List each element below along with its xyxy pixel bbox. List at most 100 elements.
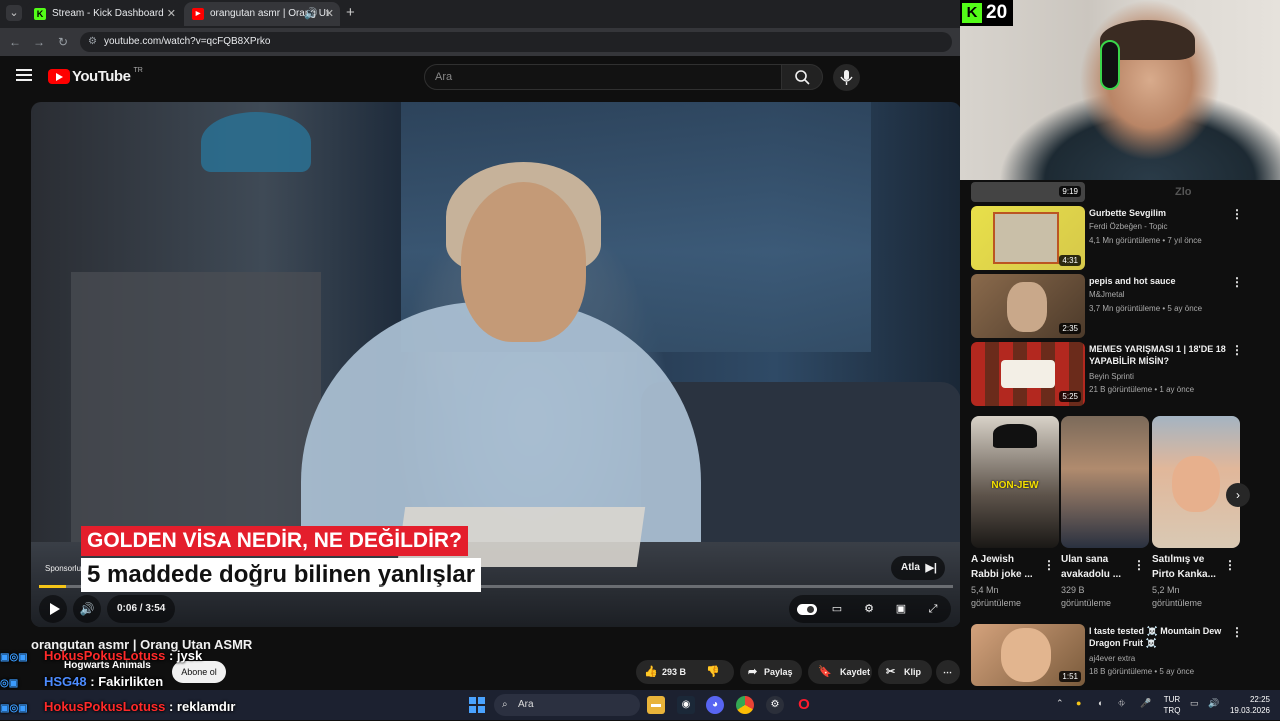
more-vert-icon[interactable]: ⋮ (1231, 625, 1243, 639)
network-icon[interactable]: ⛗ (1118, 698, 1125, 709)
app-icon[interactable]: ⚙ (766, 696, 784, 714)
youtube-logo[interactable]: YouTube TR (48, 67, 143, 85)
more-icon: ⋯ (943, 667, 952, 677)
recommendation-meta: 4,1 Mn görüntüleme • 7 yıl önce (1089, 236, 1202, 245)
video-player[interactable]: GOLDEN VİSA NEDİR, NE DEĞİLDİR? Sponsorl… (31, 102, 961, 627)
more-vert-icon[interactable]: ⋮ (1224, 558, 1236, 572)
microphone-icon[interactable]: 🎤 (1140, 698, 1151, 709)
more-actions-button[interactable]: ⋯ (936, 660, 960, 684)
tray-icon[interactable]: ◐ (1098, 698, 1103, 708)
autoplay-toggle[interactable] (797, 604, 817, 615)
short-overlay-text: NON-JEW (991, 480, 1039, 491)
back-arrow-icon[interactable]: ← (6, 33, 24, 51)
chat-message: ▣◎▣ HokusPokusLotuss : reklamdır (0, 699, 235, 714)
forward-arrow-icon[interactable]: → (30, 33, 48, 51)
dislike-button[interactable]: 👎 (700, 660, 726, 684)
recommendation-channel[interactable]: M&Jmetal (1089, 290, 1125, 299)
duration-badge: 4:31 (1059, 255, 1081, 266)
recommendation-channel[interactable]: Beyin Sprinti (1089, 372, 1134, 381)
shorts-next-button[interactable]: › (1226, 483, 1250, 507)
search-button[interactable] (781, 64, 823, 90)
chrome-icon[interactable] (736, 696, 754, 714)
menu-icon[interactable] (16, 69, 32, 83)
short-thumbnail[interactable] (1061, 416, 1149, 548)
windows-start-icon[interactable] (468, 696, 486, 714)
short-title[interactable]: Ulan sana avakadolu ... (1061, 552, 1133, 582)
theater-mode-icon[interactable]: ▣ (893, 601, 909, 617)
recommendation-thumbnail[interactable]: 2:35 (971, 274, 1085, 338)
tray-app-icon[interactable]: ● (1076, 698, 1081, 708)
monitor-icon[interactable]: ▭ (1190, 698, 1199, 709)
recommendation-channel[interactable]: aj4ever extra (1089, 654, 1135, 663)
skip-ad-button[interactable]: Atla ▶| (891, 556, 945, 580)
more-vert-icon[interactable]: ⋮ (1231, 275, 1243, 289)
recommendation-thumbnail[interactable]: 5:25 (971, 342, 1085, 406)
chat-user: HokusPokusLotuss (44, 699, 166, 714)
speaker-icon[interactable]: 🔊 (304, 2, 318, 26)
voice-search-button[interactable] (833, 64, 860, 91)
tab-youtube[interactable]: ▶ orangutan asmr | Orang Ut 🔊 ✕ (184, 2, 340, 26)
chat-badges: ▣◎▣ (0, 652, 28, 663)
save-label: Kaydet (840, 667, 871, 677)
save-button[interactable]: 🔖 Kaydet (808, 660, 872, 684)
fullscreen-icon[interactable]: ⤢ (925, 601, 941, 617)
recommendation-title[interactable]: MEMES YARIŞMASI 1 | 18'DE 18 YAPABİLİR M… (1089, 343, 1239, 367)
recommendation-thumbnail[interactable]: 1:51 (971, 624, 1085, 686)
recommendation-thumbnail[interactable]: 4:31 (971, 206, 1085, 270)
stream-watermark: Zlo (1175, 186, 1192, 198)
share-button[interactable]: ➦ Paylaş (740, 660, 802, 684)
taskbar-clock[interactable]: 22:25 19.03.2026 (1226, 694, 1270, 716)
clip-button[interactable]: ✂ Klip (878, 660, 932, 684)
opera-icon[interactable]: O (795, 696, 813, 714)
recommendation-thumbnail[interactable]: 9:19 (971, 182, 1085, 202)
ad-caption-title: GOLDEN VİSA NEDİR, NE DEĞİLDİR? (81, 526, 468, 556)
more-vert-icon[interactable]: ⋮ (1133, 558, 1145, 572)
new-tab-button[interactable]: + (346, 4, 355, 22)
volume-icon[interactable]: 🔊 (1208, 698, 1219, 709)
kick-viewer-count: 20 (986, 2, 1008, 23)
like-count: 293 B (662, 667, 687, 677)
more-vert-icon[interactable]: ⋮ (1043, 558, 1055, 572)
close-icon[interactable]: ✕ (167, 2, 176, 26)
taskbar-search[interactable]: ⌕ Ara (494, 694, 640, 716)
chevron-up-icon[interactable]: ⌃ (1056, 698, 1064, 709)
url-field[interactable]: ⚙ youtube.com/watch?v=qcFQB8XPrko (80, 32, 952, 52)
more-vert-icon[interactable]: ⋮ (1231, 207, 1243, 221)
search-input[interactable]: Ara (424, 64, 782, 90)
duration-badge: 2:35 (1059, 323, 1081, 334)
input-language[interactable]: TUR TRQ (1162, 694, 1182, 716)
recommendation-title[interactable]: pepis and hot sauce (1089, 275, 1239, 287)
subtitles-icon[interactable]: ▭ (829, 601, 845, 617)
reload-icon[interactable]: ↻ (54, 33, 72, 51)
short-title[interactable]: A Jewish Rabbi joke ... (971, 552, 1043, 582)
recommendation-title[interactable]: I taste tested ☠️ Mountain Dew Dragon Fr… (1089, 625, 1239, 649)
settings-gear-icon[interactable]: ⚙ (861, 601, 877, 617)
youtube-play-icon (48, 69, 70, 84)
logo-word: YouTube (72, 68, 131, 85)
clock-time: 22:25 (1249, 695, 1270, 704)
chat-text: : jysk (168, 648, 203, 663)
site-info-icon[interactable]: ⚙ (88, 32, 97, 52)
video-frame-lamp (201, 112, 311, 172)
recommendation-meta: 21 B görüntüleme • 1 ay önce (1089, 385, 1195, 394)
discord-icon[interactable]: ◕ (706, 696, 724, 714)
volume-button[interactable]: 🔊 (73, 595, 101, 623)
close-icon[interactable]: ✕ (325, 2, 334, 26)
tab-search-icon[interactable]: ⌄ (6, 5, 22, 21)
progress-bar[interactable] (39, 585, 953, 588)
recommendation-title[interactable]: Gurbette Sevgilim (1089, 207, 1239, 219)
skip-next-icon: ▶| (925, 562, 937, 574)
short-views: 329 B görüntüleme (1061, 585, 1112, 608)
duration-badge: 5:25 (1059, 391, 1081, 402)
more-vert-icon[interactable]: ⋮ (1231, 343, 1243, 357)
play-button[interactable] (39, 595, 67, 623)
progress-fill (39, 585, 67, 588)
short-title[interactable]: Satılmış ve Pirto Kanka... (1152, 552, 1224, 582)
steam-icon[interactable]: ◉ (677, 696, 695, 714)
tab-kick-dashboard[interactable]: K Stream - Kick Dashboard ✕ (26, 2, 182, 26)
recommendation-channel[interactable]: Ferdi Özbeğen - Topic (1089, 222, 1168, 231)
short-thumbnail[interactable]: NON-JEW (971, 416, 1059, 548)
short-thumbnail[interactable] (1152, 416, 1240, 548)
file-explorer-icon[interactable]: ▬ (647, 696, 665, 714)
subscribe-button[interactable]: Abone ol (172, 661, 226, 683)
